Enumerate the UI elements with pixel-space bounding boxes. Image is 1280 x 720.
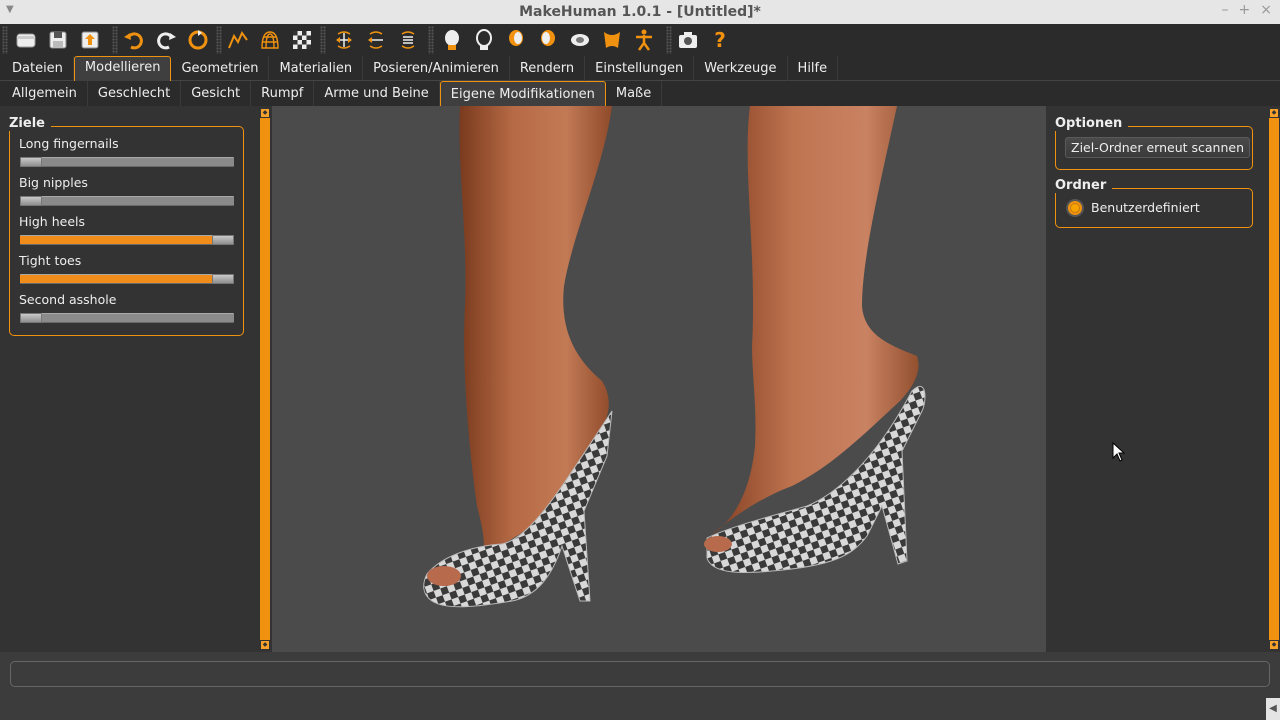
left-panel: Ziele Long fingernails Big nipples High … <box>0 106 256 652</box>
slider-label-big-nipples: Big nipples <box>19 175 88 190</box>
face-icon[interactable] <box>438 26 466 54</box>
main-area: Ziele Long fingernails Big nipples High … <box>0 106 1280 652</box>
chevron-left-icon[interactable]: ◀ <box>1266 698 1280 720</box>
folder-radio-custom[interactable] <box>1066 199 1084 217</box>
maximize-icon[interactable]: + <box>1239 2 1251 18</box>
smooth-icon[interactable] <box>224 26 252 54</box>
slider-tight-toes[interactable] <box>20 274 234 284</box>
targets-group-title: Ziele <box>9 116 51 131</box>
right-panel-scrollbar[interactable]: ◆ ◆ <box>1269 108 1279 650</box>
back-view-icon[interactable] <box>362 26 390 54</box>
front-view-icon[interactable] <box>330 26 358 54</box>
toolbar-grip[interactable] <box>2 26 8 54</box>
subtab-eigene-modifikationen[interactable]: Eigene Modifikationen <box>439 81 606 106</box>
head-left-icon[interactable] <box>502 26 530 54</box>
subtab-masse[interactable]: Maße <box>606 81 663 106</box>
subtab-geschlecht[interactable]: Geschlecht <box>88 81 182 106</box>
wireframe-icon[interactable] <box>256 26 284 54</box>
subtab-arme-und-beine[interactable]: Arme und Beine <box>314 81 440 106</box>
minimize-icon[interactable]: – <box>1222 2 1229 18</box>
left-panel-scrollbar[interactable]: ◆ ◆ <box>260 108 270 650</box>
options-group: Optionen Ziel-Ordner erneut scannen <box>1055 116 1253 170</box>
tab-posieren-animieren[interactable]: Posieren/Animieren <box>363 56 510 81</box>
svg-text:?: ? <box>714 28 726 52</box>
close-icon[interactable]: × <box>1260 2 1272 18</box>
toolbar-grip[interactable] <box>112 26 118 54</box>
status-bar: ◀ <box>0 652 1280 720</box>
main-tabbar: Dateien Modellieren Geometrien Materiali… <box>0 56 1280 81</box>
tab-geometrien[interactable]: Geometrien <box>171 56 270 81</box>
window-titlebar: ▼ MakeHuman 1.0.1 - [Untitled]* – + × <box>0 0 1280 24</box>
folder-group-title: Ordner <box>1055 178 1113 193</box>
folder-radio-label: Benutzerdefiniert <box>1091 200 1200 215</box>
status-line <box>10 661 1270 687</box>
3d-viewport[interactable] <box>272 106 1046 652</box>
mouse-cursor-icon <box>1112 442 1126 462</box>
slider-handle[interactable] <box>212 235 234 245</box>
redo-icon[interactable] <box>152 26 180 54</box>
head-right-icon[interactable] <box>534 26 562 54</box>
tab-materialien[interactable]: Materialien <box>269 56 364 81</box>
slider-long-fingernails[interactable] <box>20 157 234 167</box>
rescan-targets-button[interactable]: Ziel-Ordner erneut scannen <box>1065 137 1250 158</box>
slider-label-high-heels: High heels <box>19 214 85 229</box>
tab-hilfe[interactable]: Hilfe <box>788 56 839 81</box>
right-panel: Optionen Ziel-Ordner erneut scannen Ordn… <box>1046 106 1280 652</box>
tab-rendern[interactable]: Rendern <box>510 56 586 81</box>
top-view-icon[interactable] <box>394 26 422 54</box>
subtab-rumpf[interactable]: Rumpf <box>251 81 315 106</box>
tab-einstellungen[interactable]: Einstellungen <box>585 56 695 81</box>
scroll-down-icon[interactable]: ◆ <box>260 640 270 650</box>
slider-high-heels[interactable] <box>20 235 234 245</box>
torso-icon[interactable] <box>598 26 626 54</box>
camera-icon[interactable] <box>674 26 702 54</box>
sub-tabbar: Allgemein Geschlecht Gesicht Rumpf Arme … <box>0 81 1280 106</box>
slider-handle[interactable] <box>20 196 42 206</box>
subtab-allgemein[interactable]: Allgemein <box>2 81 88 106</box>
toolbar-grip[interactable] <box>666 26 672 54</box>
undo-icon[interactable] <box>120 26 148 54</box>
slider-handle[interactable] <box>212 274 234 284</box>
help-icon[interactable]: ? <box>706 26 734 54</box>
human-model-render[interactable] <box>272 106 1046 652</box>
subtab-gesicht[interactable]: Gesicht <box>181 81 252 106</box>
toolbar-grip[interactable] <box>320 26 326 54</box>
scroll-down-icon[interactable]: ◆ <box>1269 640 1279 650</box>
slider-handle[interactable] <box>20 157 42 167</box>
slider-second-asshole[interactable] <box>20 313 234 323</box>
slider-handle[interactable] <box>20 313 42 323</box>
texture-icon[interactable] <box>288 26 316 54</box>
save-icon[interactable] <box>44 26 72 54</box>
slider-label-second-asshole: Second asshole <box>19 292 117 307</box>
folder-icon[interactable] <box>12 26 40 54</box>
reset-icon[interactable] <box>184 26 212 54</box>
head-back-icon[interactable] <box>470 26 498 54</box>
slider-label-long-fingernails: Long fingernails <box>19 136 119 151</box>
toolbar: ? <box>0 24 1280 56</box>
tab-modellieren[interactable]: Modellieren <box>73 56 172 81</box>
toolbar-grip[interactable] <box>428 26 434 54</box>
options-group-title: Optionen <box>1055 116 1129 131</box>
bottom-view-icon[interactable] <box>566 26 594 54</box>
slider-big-nipples[interactable] <box>20 196 234 206</box>
window-title: MakeHuman 1.0.1 - [Untitled]* <box>519 4 761 20</box>
export-icon[interactable] <box>76 26 104 54</box>
folder-group: Ordner Benutzerdefiniert <box>1055 178 1253 228</box>
targets-group: Ziele Long fingernails Big nipples High … <box>9 116 244 336</box>
slider-label-tight-toes: Tight toes <box>19 253 82 268</box>
toolbar-grip[interactable] <box>216 26 222 54</box>
tab-werkzeuge[interactable]: Werkzeuge <box>694 56 788 81</box>
scroll-up-icon[interactable]: ◆ <box>1269 108 1279 118</box>
tab-dateien[interactable]: Dateien <box>2 56 74 81</box>
pose-icon[interactable] <box>630 26 658 54</box>
scroll-up-icon[interactable]: ◆ <box>260 108 270 118</box>
